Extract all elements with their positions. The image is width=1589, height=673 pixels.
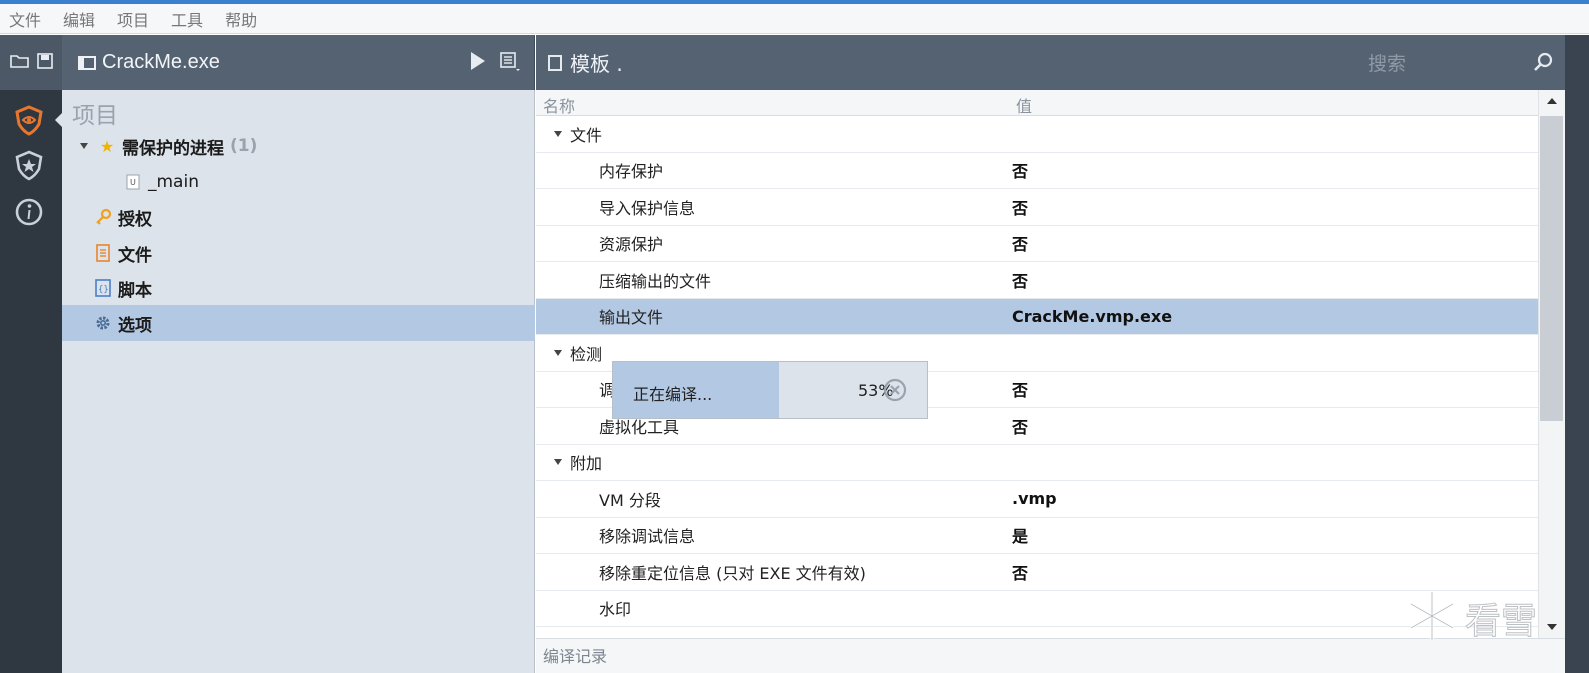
tree-item-label: 需保护的进程 bbox=[122, 138, 224, 159]
search-icon[interactable] bbox=[1533, 51, 1555, 73]
row-value[interactable]: 否 bbox=[1012, 414, 1028, 438]
expand-arrow-icon[interactable] bbox=[554, 130, 562, 137]
snowflake-logo-icon bbox=[1405, 589, 1459, 647]
file-toolbar bbox=[0, 35, 62, 90]
row-name: 压缩输出的文件 bbox=[599, 271, 712, 291]
scroll-up-arrow-icon[interactable] bbox=[1547, 98, 1557, 104]
file-list-icon bbox=[94, 244, 112, 262]
row-name: 内存保护 bbox=[599, 162, 664, 182]
row-value[interactable]: 否 bbox=[1012, 195, 1028, 219]
row-name: 水印 bbox=[599, 600, 632, 620]
section-label: 附加 bbox=[570, 454, 603, 474]
row-name: 资源保护 bbox=[599, 235, 664, 255]
row-value[interactable]: 否 bbox=[1012, 158, 1028, 182]
template-dropdown[interactable]: 模板 . bbox=[570, 48, 623, 77]
menu-tools[interactable]: 工具 bbox=[171, 7, 203, 31]
project-title: CrackMe.exe bbox=[102, 51, 220, 73]
gear-icon bbox=[94, 314, 112, 332]
svg-text:U: U bbox=[130, 178, 136, 187]
info-icon[interactable] bbox=[11, 194, 47, 230]
project-header: CrackMe.exe bbox=[62, 35, 535, 90]
grid-row[interactable]: 导入保护信息 否 bbox=[536, 189, 1538, 226]
section-label: 检测 bbox=[570, 344, 603, 364]
row-name: 导入保护信息 bbox=[599, 198, 696, 218]
expand-arrow-icon[interactable] bbox=[554, 349, 562, 356]
tree-item-main[interactable]: U _main bbox=[62, 164, 535, 200]
tree-item-label: 脚本 bbox=[118, 280, 152, 301]
tree-item-label: 文件 bbox=[118, 245, 152, 266]
row-value[interactable]: 是 bbox=[1012, 523, 1028, 547]
star-icon: ★ bbox=[99, 136, 115, 156]
row-name: 输出文件 bbox=[599, 308, 664, 328]
grid-section-file[interactable]: 文件 bbox=[536, 116, 1538, 153]
menu-project[interactable]: 项目 bbox=[117, 7, 149, 31]
tree-item-protected-procedures[interactable]: ★ 需保护的进程 (1) bbox=[62, 128, 535, 164]
menu-help[interactable]: 帮助 bbox=[225, 7, 257, 31]
watermark: 看雪 bbox=[1405, 589, 1538, 647]
shield-project-icon[interactable] bbox=[11, 102, 47, 138]
expand-arrow-icon[interactable] bbox=[554, 459, 562, 466]
scrollbar-thumb[interactable] bbox=[1540, 116, 1563, 421]
row-name: VM 分段 bbox=[599, 490, 661, 510]
grid-row-output-file[interactable]: 输出文件 CrackMe.vmp.exe bbox=[536, 298, 1538, 335]
side-rail bbox=[0, 90, 62, 673]
play-icon[interactable] bbox=[471, 52, 485, 70]
tree-item-label: _main bbox=[148, 172, 199, 192]
menu-edit[interactable]: 编辑 bbox=[63, 7, 95, 31]
search-input[interactable]: 搜索 bbox=[1368, 49, 1406, 76]
grid-row[interactable]: VM 分段 .vmp bbox=[536, 481, 1538, 518]
grid-row[interactable]: 压缩输出的文件 否 bbox=[536, 262, 1538, 299]
script-icon: {} bbox=[94, 279, 112, 297]
right-edge-strip bbox=[1565, 35, 1589, 673]
tree-item-script[interactable]: {} 脚本 bbox=[62, 270, 535, 306]
watermark-text: 看雪 bbox=[1464, 601, 1538, 643]
grid-section-extra[interactable]: 附加 bbox=[536, 445, 1538, 481]
compile-progress: 正在编译... 53% bbox=[612, 361, 928, 419]
save-icon[interactable] bbox=[36, 52, 53, 73]
grid-header: 名称 值 bbox=[536, 90, 1538, 116]
svg-text:{}: {} bbox=[98, 285, 109, 295]
tree-heading: 项目 bbox=[72, 103, 118, 129]
grid-row[interactable]: 资源保护 否 bbox=[536, 226, 1538, 262]
column-value-header[interactable]: 值 bbox=[1016, 93, 1032, 117]
tree-item-label: 授权 bbox=[118, 209, 152, 230]
tree-item-files[interactable]: 文件 bbox=[62, 235, 535, 271]
compile-log-title: 编译记录 bbox=[543, 647, 608, 666]
tree-item-count: (1) bbox=[230, 136, 258, 156]
project-tree: 项目 ★ 需保护的进程 (1) U _main 授权 文件 {} 脚本 选项 bbox=[62, 90, 535, 673]
function-icon: U bbox=[124, 173, 142, 191]
compile-options-icon[interactable] bbox=[500, 51, 522, 73]
key-icon bbox=[94, 208, 112, 226]
row-value[interactable]: 否 bbox=[1012, 377, 1028, 401]
template-header: 模板 . 搜索 bbox=[536, 35, 1565, 90]
row-name: 移除调试信息 bbox=[599, 527, 696, 547]
progress-text: 正在编译... bbox=[633, 385, 713, 404]
grid-row[interactable]: 移除调试信息 是 bbox=[536, 518, 1538, 554]
scroll-down-arrow-icon[interactable] bbox=[1547, 624, 1557, 630]
row-value[interactable]: 否 bbox=[1012, 231, 1028, 255]
tree-item-label: 选项 bbox=[118, 315, 152, 336]
grid-row[interactable]: 水印 bbox=[536, 591, 1538, 627]
rail-active-pointer bbox=[55, 113, 62, 127]
window-icon bbox=[78, 55, 96, 70]
grid-row[interactable]: 移除重定位信息 (只对 EXE 文件有效) 否 bbox=[536, 554, 1538, 591]
template-icon bbox=[548, 54, 562, 71]
section-label: 文件 bbox=[570, 125, 603, 145]
open-folder-icon[interactable] bbox=[9, 53, 30, 73]
menubar: 文件 编辑 项目 工具 帮助 bbox=[0, 4, 1589, 34]
expand-arrow-icon[interactable] bbox=[80, 143, 88, 149]
tree-item-licenses[interactable]: 授权 bbox=[62, 199, 535, 235]
grid-row[interactable]: 内存保护 否 bbox=[536, 153, 1538, 189]
row-value[interactable]: 否 bbox=[1012, 268, 1028, 292]
row-value[interactable]: .vmp bbox=[1012, 489, 1057, 508]
row-value[interactable]: 否 bbox=[1012, 560, 1028, 584]
menu-file[interactable]: 文件 bbox=[9, 7, 41, 31]
column-name-header[interactable]: 名称 bbox=[543, 93, 575, 117]
tree-item-options[interactable]: 选项 bbox=[62, 305, 535, 341]
row-value[interactable]: CrackMe.vmp.exe bbox=[1012, 307, 1172, 326]
shield-star-icon[interactable] bbox=[11, 147, 47, 183]
row-name: 移除重定位信息 (只对 EXE 文件有效) bbox=[599, 563, 866, 583]
grid-scrollbar[interactable] bbox=[1538, 90, 1565, 638]
cancel-icon[interactable] bbox=[882, 377, 908, 403]
